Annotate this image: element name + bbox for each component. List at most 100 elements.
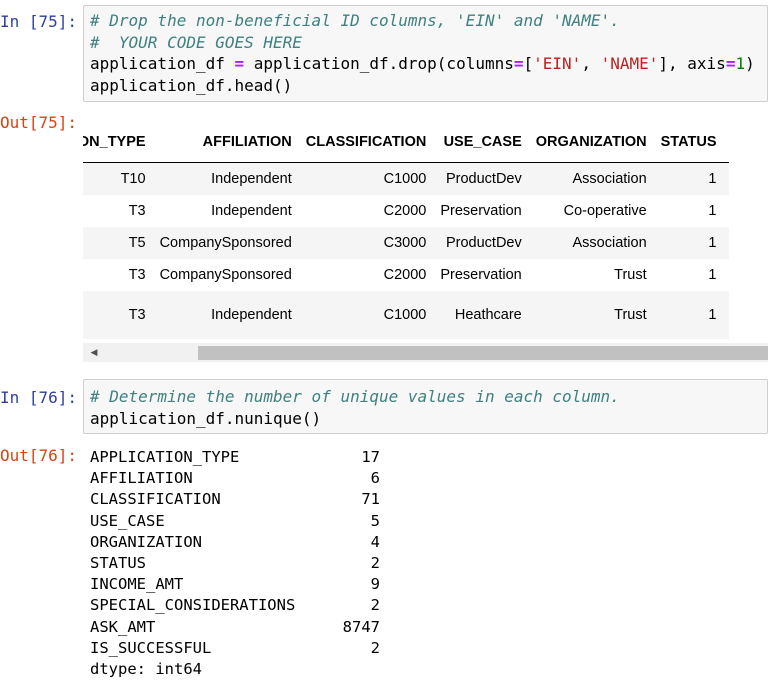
series-row: ORGANIZATION 4 [90,532,390,553]
table-cell: C3000 [298,227,434,259]
series-value: 17 [361,448,380,466]
dataframe-table: TION_TYPE AFFILIATION CLASSIFICATION USE… [83,122,729,339]
code-token: [ [523,54,534,73]
scrollbar-thumb[interactable] [198,346,768,360]
code-token: application_df.drop(columns [244,54,514,73]
table-cell: T3 [83,291,153,339]
nunique-output: APPLICATION_TYPE 17 AFFILIATION 6 CLASSIFI… [90,447,390,680]
scroll-left-arrow-icon[interactable]: ◀ [86,343,102,362]
cell-75-out-prompt: Out[75]: [0,113,78,132]
series-index: INCOME_AMT [90,575,184,594]
code-operator: = [725,54,736,73]
column-header: CLASSIFICATION [298,122,434,163]
table-row: T3 Independent C2000 Preservation Co-ope… [83,195,729,227]
table-row: T10 Independent C1000 ProductDev Associa… [83,162,729,195]
series-index: CLASSIFICATION [90,490,221,509]
series-row: ASK_AMT 8747 [90,617,390,638]
table-cell: Association [528,227,654,259]
code-operator: = [513,54,524,73]
code-token: ], axis [658,54,726,73]
series-index: APPLICATION_TYPE [90,448,240,466]
table-cell: Co-operative [563,203,647,219]
table-cell: 1 [708,203,717,219]
table-cell: C2000 [383,203,427,219]
series-row: INCOME_AMT 9 [90,574,390,595]
table-cell: CompanySponsored [159,267,292,283]
code-token: , [581,54,601,73]
table-cell: 1 [653,291,729,339]
series-index: AFFILIATION [90,469,193,488]
table-cell: 1 [708,267,717,283]
table-cell: C2000 [383,267,427,283]
table-cell: ProductDev [433,227,529,259]
column-header: AFFILIATION [152,122,299,163]
column-header: USE_CASE [433,122,529,163]
code-string: 'NAME' [600,54,659,73]
cell-76-code-input[interactable]: # Determine the number of unique values … [83,379,768,434]
series-index: ASK_AMT [90,617,156,636]
series-index: USE_CASE [90,511,165,530]
table-cell: CompanySponsored [152,227,299,259]
cell-76-in-prompt: In [76]: [0,388,78,407]
code-comment: # Determine the number of unique values … [90,387,620,406]
table-cell: T3 [128,203,146,219]
table-cell: T5 [83,227,153,259]
table-cell: T10 [83,162,153,195]
code-line: # Determine the number of unique values … [84,386,767,408]
series-value: 6 [370,469,380,488]
code-number: 1 [735,54,746,73]
series-value: 71 [361,490,380,509]
column-header: ORGANIZATION [528,122,654,163]
table-header-row: TION_TYPE AFFILIATION CLASSIFICATION USE… [83,122,729,163]
series-index: SPECIAL_CONSIDERATIONS [90,596,296,615]
table-cell: Preservation [440,203,522,219]
series-value: 2 [370,553,380,572]
code-token: ) [745,54,755,73]
table-cell: C1000 [298,291,434,339]
code-line: application_df = application_df.drop(col… [84,53,767,75]
series-value: 9 [370,575,380,594]
series-value: 5 [370,511,380,530]
series-value: 2 [370,596,380,615]
table-row: T3 Independent C1000 Heathcare Trust 1 [83,291,729,339]
code-token: application_df [90,54,235,73]
table-cell: Association [528,162,654,195]
code-line: # Drop the non-beneficial ID columns, 'E… [84,10,767,32]
code-operator: = [234,54,245,73]
column-header: TION_TYPE [83,122,153,163]
table-cell: Independent [211,203,292,219]
series-row: SPECIAL_CONSIDERATIONS 2 [90,595,390,616]
code-comment: # Drop the non-beneficial ID columns, 'E… [90,11,620,30]
table-cell: ProductDev [433,162,529,195]
cell-76-out-prompt: Out[76]: [0,446,78,465]
code-line: # YOUR CODE GOES HERE [84,32,767,54]
column-header: STATUS [653,122,729,163]
table-row: T3 CompanySponsored C2000 Preservation T… [83,259,729,291]
series-row: APPLICATION_TYPE 17 [90,447,390,468]
table-cell: 1 [653,227,729,259]
dataframe-output[interactable]: TION_TYPE AFFILIATION CLASSIFICATION USE… [83,122,768,340]
code-line: application_df.head() [90,75,293,95]
series-value: 2 [370,638,380,657]
table-cell: C1000 [298,162,434,195]
series-value: 8747 [342,617,380,636]
table-cell: Independent [152,162,299,195]
series-index: IS_SUCCESSFUL [90,638,212,657]
series-row: USE_CASE 5 [90,511,390,532]
series-row: AFFILIATION 6 [90,468,390,489]
code-line: application_df.nunique() [90,408,322,428]
series-row: CLASSIFICATION 71 [90,489,390,510]
table-cell: Trust [614,267,647,283]
code-comment: # YOUR CODE GOES HERE [90,32,302,52]
code-string: 'EIN' [533,54,582,73]
series-row: IS_SUCCESSFUL 2 [90,638,390,659]
series-dtype: dtype: int64 [90,659,202,678]
cell-75-in-prompt: In [75]: [0,12,78,31]
table-cell: Independent [152,291,299,339]
series-index: STATUS [90,553,146,572]
table-cell: 1 [653,162,729,195]
table-cell: Trust [528,291,654,339]
series-row: STATUS 2 [90,553,390,574]
cell-75-code-input[interactable]: # Drop the non-beneficial ID columns, 'E… [83,5,768,102]
table-cell: Preservation [440,267,522,283]
